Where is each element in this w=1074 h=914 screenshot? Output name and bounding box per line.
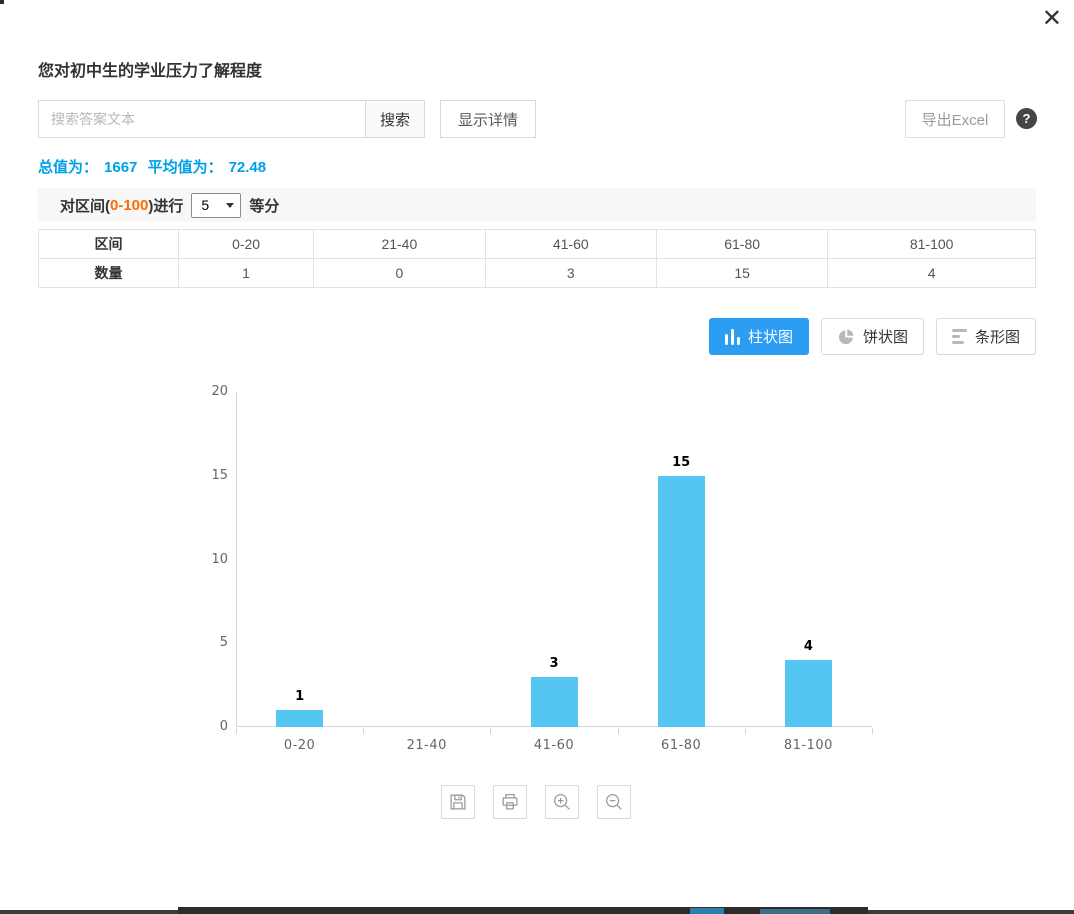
search-bar: 搜索: [38, 100, 425, 138]
tab-bar-chart[interactable]: 柱状图: [709, 318, 809, 355]
count-cell: 1: [179, 259, 314, 288]
bar-chart-icon: [725, 328, 740, 345]
x-axis-category-label: 81-100: [745, 738, 872, 753]
background-page-link-sliver: [760, 909, 830, 914]
export-excel-button[interactable]: 导出Excel: [905, 100, 1005, 138]
x-axis-category-label: 0-20: [236, 738, 363, 753]
row-header-interval: 区间: [39, 230, 179, 259]
show-details-button[interactable]: 显示详情: [440, 100, 536, 138]
table-row-counts: 数量 103154: [39, 259, 1036, 288]
frequency-table: 区间 0-2021-4041-6061-8081-100 数量 103154: [38, 229, 1036, 288]
background-page-link-sliver: [690, 908, 724, 914]
bar: [276, 710, 323, 727]
bar-value-label: 1: [278, 689, 322, 704]
interval-settings-row: 对区间(0-100)进行 5 等分: [38, 188, 1036, 222]
interval-cell: 21-40: [314, 230, 485, 259]
tab-pie-chart[interactable]: 饼状图: [821, 318, 924, 355]
x-axis-category-label: 41-60: [490, 738, 617, 753]
y-axis-tick-label: 20: [190, 384, 228, 399]
x-axis-tick-mark: [490, 728, 491, 734]
zoom-out-button[interactable]: [597, 785, 631, 819]
count-cell: 3: [485, 259, 656, 288]
stats-line: 总值为： 1667 平均值为： 72.48: [38, 156, 272, 177]
chevron-down-icon: [226, 203, 234, 208]
bar: [531, 677, 578, 727]
count-cell: 0: [314, 259, 485, 288]
bar: [658, 476, 705, 727]
zoom-out-icon: [603, 791, 625, 813]
interval-text-middle: )进行: [148, 195, 183, 216]
interval-count-value: 5: [201, 197, 209, 213]
tab-horizontal-bar-chart[interactable]: 条形图: [936, 318, 1036, 355]
total-label: 总值为：: [38, 159, 98, 176]
horizontal-bar-chart-icon: [952, 329, 967, 344]
bar-value-label: 15: [659, 455, 703, 470]
print-icon: [499, 791, 521, 813]
interval-cell: 0-20: [179, 230, 314, 259]
bar: [785, 660, 832, 727]
y-axis-tick-label: 0: [190, 719, 228, 734]
x-axis-category-label: 21-40: [363, 738, 490, 753]
save-icon: [447, 791, 469, 813]
tab-horizontal-bar-chart-label: 条形图: [975, 326, 1020, 347]
help-icon[interactable]: ?: [1016, 108, 1037, 129]
interval-text-suffix: 等分: [249, 195, 279, 216]
interval-text-prefix: 对区间(: [60, 195, 110, 216]
tab-pie-chart-label: 饼状图: [863, 326, 908, 347]
interval-range: 0-100: [110, 197, 148, 214]
average-value: 72.48: [229, 159, 267, 176]
interval-count-select[interactable]: 5: [191, 193, 241, 218]
zoom-in-button[interactable]: [545, 785, 579, 819]
bar-value-label: 4: [786, 639, 830, 654]
x-axis-tick-mark: [872, 728, 873, 734]
corner-artifact: [0, 0, 4, 4]
bar-value-label: 3: [532, 656, 576, 671]
count-cell: 4: [828, 259, 1036, 288]
interval-cell: 61-80: [656, 230, 827, 259]
x-axis-tick-mark: [363, 728, 364, 734]
interval-cell: 81-100: [828, 230, 1036, 259]
y-axis-tick-label: 15: [190, 468, 228, 483]
zoom-in-icon: [551, 791, 573, 813]
x-axis-tick-mark: [745, 728, 746, 734]
y-axis-tick-label: 10: [190, 552, 228, 567]
average-label: 平均值为：: [148, 159, 223, 176]
pie-chart-icon: [837, 328, 855, 346]
y-axis-tick-label: 5: [190, 635, 228, 650]
x-axis-tick-mark: [236, 728, 237, 734]
chart-toolbar: [441, 785, 631, 819]
search-input[interactable]: [38, 100, 366, 138]
tab-bar-chart-label: 柱状图: [748, 326, 793, 347]
row-header-count: 数量: [39, 259, 179, 288]
chart-type-switcher: 柱状图 饼状图 条形图: [709, 318, 1036, 355]
interval-cell: 41-60: [485, 230, 656, 259]
x-axis-tick-mark: [618, 728, 619, 734]
search-button[interactable]: 搜索: [366, 100, 425, 138]
total-value: 1667: [104, 159, 137, 176]
print-button[interactable]: [493, 785, 527, 819]
bar-chart: 0 5 10 15 20 1 0-2021-40 3 41-60 15 61-80 4 81-100: [190, 380, 890, 772]
question-title: 您对初中生的学业压力了解程度: [38, 57, 262, 81]
x-axis-category-label: 61-80: [618, 738, 745, 753]
table-row-intervals: 区间 0-2021-4041-6061-8081-100: [39, 230, 1036, 259]
save-button[interactable]: [441, 785, 475, 819]
close-icon[interactable]: ✕: [1042, 6, 1062, 32]
count-cell: 15: [656, 259, 827, 288]
